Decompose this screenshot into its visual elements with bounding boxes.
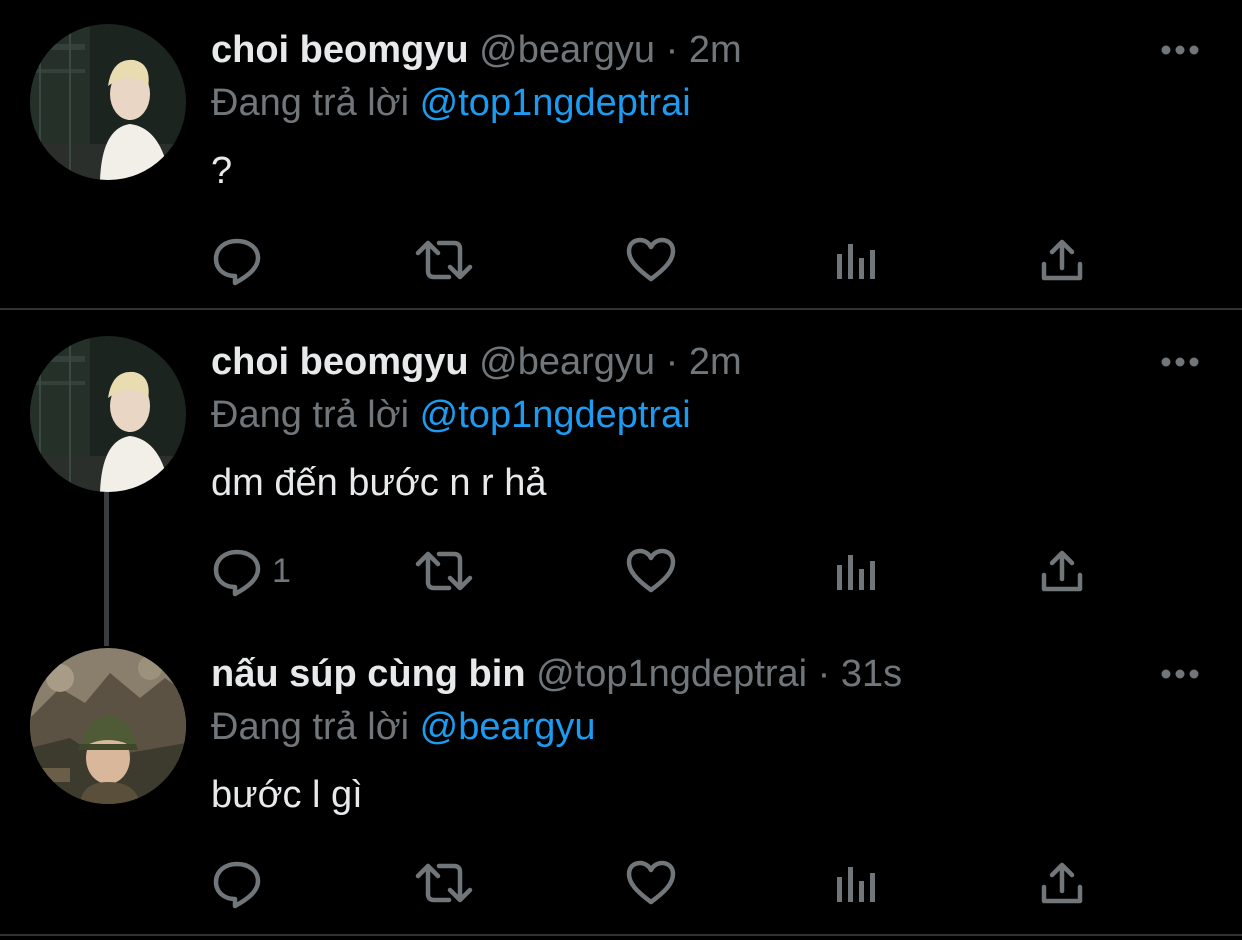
avatar[interactable] xyxy=(30,648,186,804)
share-icon xyxy=(1040,861,1084,905)
separator-dot: · xyxy=(665,29,679,71)
tweet[interactable]: nấu súp cùng bin @top1ngdeptrai · 31s Đa… xyxy=(0,622,1242,932)
avatar[interactable] xyxy=(30,336,186,492)
tweet[interactable]: choi beomgyu @beargyu · 2m Đang trả lời … xyxy=(0,310,1242,646)
display-name[interactable]: choi beomgyu xyxy=(211,29,469,71)
reply-button[interactable] xyxy=(210,855,272,911)
like-button[interactable] xyxy=(626,543,676,599)
user-handle[interactable]: @beargyu xyxy=(479,341,655,383)
analytics-icon xyxy=(836,863,876,903)
separator-dot: · xyxy=(665,341,679,383)
replying-to-label: Đang trả lời xyxy=(211,706,410,748)
retweet-icon xyxy=(415,544,473,598)
replying-to: Đang trả lời @top1ngdeptrai xyxy=(211,78,691,128)
reply-icon xyxy=(210,233,264,287)
reply-icon xyxy=(210,856,264,910)
mention-link[interactable]: @top1ngdeptrai xyxy=(420,394,691,436)
avatar[interactable] xyxy=(30,24,186,180)
tweet-text: dm đến bước n r hả xyxy=(211,462,547,504)
timestamp[interactable]: 2m xyxy=(689,29,742,71)
reply-icon xyxy=(210,544,264,598)
more-options-icon[interactable] xyxy=(1160,354,1200,370)
like-button[interactable] xyxy=(626,232,676,288)
like-button[interactable] xyxy=(626,855,676,911)
share-button[interactable] xyxy=(1040,855,1084,911)
display-name[interactable]: choi beomgyu xyxy=(211,341,469,383)
share-icon xyxy=(1040,238,1084,282)
tweet-header: nấu súp cùng bin @top1ngdeptrai · 31s xyxy=(211,649,902,699)
analytics-button[interactable] xyxy=(836,543,876,599)
like-icon xyxy=(626,548,676,594)
reply-button[interactable] xyxy=(210,232,272,288)
user-handle[interactable]: @beargyu xyxy=(479,29,655,71)
tweet-text: ? xyxy=(211,150,233,192)
retweet-button[interactable] xyxy=(415,232,473,288)
analytics-button[interactable] xyxy=(836,232,876,288)
timestamp[interactable]: 31s xyxy=(841,653,902,695)
share-button[interactable] xyxy=(1040,232,1084,288)
mention-link[interactable]: @top1ngdeptrai xyxy=(420,82,691,124)
like-icon xyxy=(626,860,676,906)
replying-to-label: Đang trả lời xyxy=(211,394,410,436)
replying-to: Đang trả lời @beargyu xyxy=(211,702,596,752)
more-options-icon[interactable] xyxy=(1160,42,1200,58)
tweet-actions xyxy=(210,232,1110,288)
analytics-icon xyxy=(836,551,876,591)
mention-link[interactable]: @beargyu xyxy=(420,706,596,748)
reply-count: 1 xyxy=(272,552,291,590)
replying-to: Đang trả lời @top1ngdeptrai xyxy=(211,390,691,440)
retweet-button[interactable] xyxy=(415,855,473,911)
tweet-actions xyxy=(210,855,1110,911)
share-button[interactable] xyxy=(1040,543,1084,599)
tweet-header: choi beomgyu @beargyu · 2m xyxy=(211,25,742,75)
retweet-icon xyxy=(415,233,473,287)
share-icon xyxy=(1040,549,1084,593)
replying-to-label: Đang trả lời xyxy=(211,82,410,124)
retweet-button[interactable] xyxy=(415,543,473,599)
separator-dot: · xyxy=(817,653,831,695)
tweet-actions: 1 xyxy=(210,543,1110,599)
analytics-button[interactable] xyxy=(836,855,876,911)
user-handle[interactable]: @top1ngdeptrai xyxy=(536,653,807,695)
more-options-icon[interactable] xyxy=(1160,666,1200,682)
like-icon xyxy=(626,237,676,283)
tweet-text: bước l gì xyxy=(211,774,363,816)
divider xyxy=(0,934,1242,936)
timestamp[interactable]: 2m xyxy=(689,341,742,383)
tweet[interactable]: choi beomgyu @beargyu · 2m Đang trả lời … xyxy=(0,0,1242,308)
reply-button[interactable]: 1 xyxy=(210,543,291,599)
retweet-icon xyxy=(415,856,473,910)
display-name[interactable]: nấu súp cùng bin xyxy=(211,653,526,695)
tweet-header: choi beomgyu @beargyu · 2m xyxy=(211,337,742,387)
analytics-icon xyxy=(836,240,876,280)
